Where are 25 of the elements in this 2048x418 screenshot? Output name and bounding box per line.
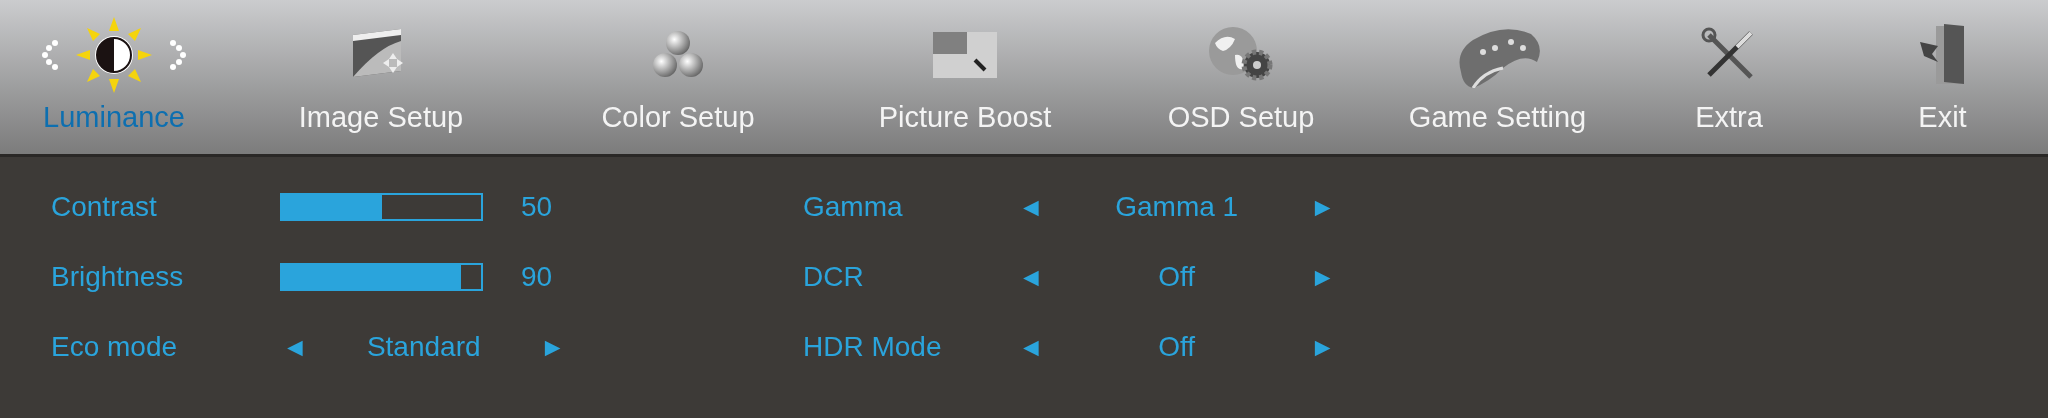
sun-icon <box>76 17 152 93</box>
menu-tab[interactable]: Color Setup <box>601 100 755 134</box>
menu-tab[interactable]: Game Setting <box>1408 100 1587 134</box>
option-value: Off <box>1157 260 1197 294</box>
setting-label: HDR Mode <box>803 330 943 364</box>
option-value: Off <box>1157 330 1197 364</box>
option-value: Gamma 1 <box>1114 190 1240 224</box>
value-reading: 90 <box>521 260 553 294</box>
setting-label: Brightness <box>51 260 185 294</box>
menu-tab[interactable]: Extra <box>1695 100 1763 134</box>
menu-tab[interactable]: Exit <box>1918 100 1967 134</box>
setting-label: DCR <box>803 260 865 294</box>
next-arrow-icon[interactable] <box>170 40 186 70</box>
menu-tab[interactable]: Image Setup <box>298 100 464 134</box>
menu-tab[interactable]: Picture Boost <box>878 100 1052 134</box>
setting-label: Contrast <box>51 190 158 224</box>
menu-tab[interactable]: OSD Setup <box>1167 100 1315 134</box>
previous-arrow-icon[interactable] <box>42 40 58 70</box>
setting-label: Eco mode <box>51 330 179 364</box>
slider-track[interactable] <box>280 193 483 221</box>
option-value: Standard <box>365 330 482 364</box>
value-reading: 50 <box>521 190 553 224</box>
slider-track[interactable] <box>280 263 483 291</box>
setting-label: Gamma <box>803 190 904 224</box>
picture-boost-icon <box>933 32 997 78</box>
